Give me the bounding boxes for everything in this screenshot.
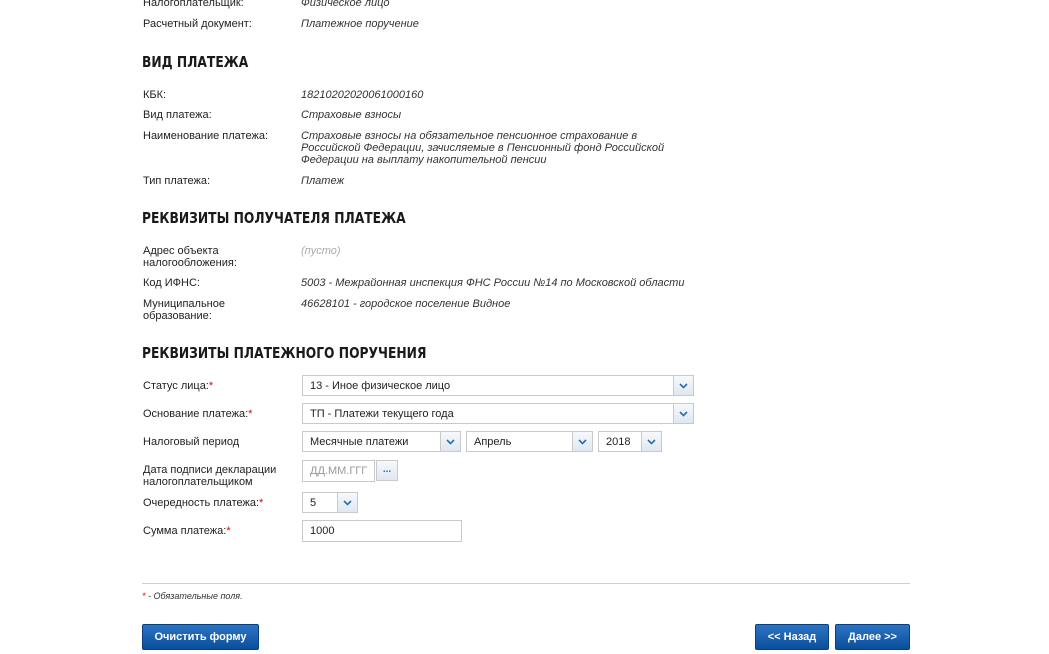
kbk-row: КБК: 18210202020061000160 xyxy=(143,89,681,101)
status-label-row: Статус лица:* xyxy=(143,380,301,392)
priority-select[interactable]: 5 xyxy=(302,492,358,513)
period-label-row: Налоговый период xyxy=(143,436,301,448)
decl-date-input[interactable]: ДД.ММ.ГГГ xyxy=(302,460,375,482)
status-select-value: 13 - Иное физическое лицо xyxy=(310,379,451,392)
amount-input[interactable]: 1000 xyxy=(302,520,462,542)
payment-kind-label: Вид платежа: xyxy=(143,109,212,121)
chevron-down-icon[interactable] xyxy=(572,432,592,451)
basis-select[interactable]: ТП - Платежи текущего года xyxy=(302,403,694,424)
period-month-select[interactable]: Апрель xyxy=(466,431,593,452)
next-button[interactable]: Далее >> xyxy=(835,624,910,650)
calendar-picker-button[interactable]: ... xyxy=(376,460,398,481)
chevron-down-icon[interactable] xyxy=(641,432,661,451)
municipality-value: 46628101 - городское поселение Видное xyxy=(301,298,511,310)
payment-type-value: Платеж xyxy=(301,175,345,187)
ifns-value: 5003 - Межрайонная инспекция ФНС России … xyxy=(301,277,685,289)
period-year-value: 2018 xyxy=(606,435,631,448)
required-mark: * xyxy=(248,408,253,420)
priority-label-row: Очередность платежа:* xyxy=(143,497,301,509)
chevron-down-icon[interactable] xyxy=(673,404,693,423)
period-type-select[interactable]: Месячные платежи xyxy=(302,431,461,452)
payment-kind-value: Страховые взносы xyxy=(301,109,402,121)
period-type-value: Месячные платежи xyxy=(310,435,409,448)
back-button[interactable]: << Назад xyxy=(755,624,829,650)
chevron-down-icon[interactable] xyxy=(337,493,357,512)
address-label: Адрес объекта налогообложения: xyxy=(143,245,237,269)
period-year-select[interactable]: 2018 xyxy=(598,431,662,452)
municipality-row: Муниципальное образование: 46628101 - го… xyxy=(143,298,681,322)
basis-label-row: Основание платежа:* xyxy=(143,408,301,420)
period-month-value: Апрель xyxy=(474,435,512,448)
priority-value: 5 xyxy=(310,496,317,509)
ifns-label: Код ИФНС: xyxy=(143,277,200,289)
payment-name-row: Наименование платежа: Страховые взносы н… xyxy=(143,130,679,166)
amount-label-row: Сумма платежа:* xyxy=(143,525,301,537)
decl-date-label-row: Дата подписи декларации налогоплательщик… xyxy=(143,464,293,488)
municipality-label: Муниципальное образование: xyxy=(143,298,225,322)
required-mark: * xyxy=(208,380,214,392)
section-title-payment-order: РЕКВИЗИТЫ ПЛАТЕЖНОГО ПОРУЧЕНИЯ xyxy=(142,344,427,362)
settlement-doc-row: Расчетный документ: Платежное поручение xyxy=(143,18,681,30)
kbk-value: 18210202020061000160 xyxy=(301,89,424,101)
period-label: Налоговый период xyxy=(143,436,240,448)
required-mark: * xyxy=(226,525,231,537)
amount-label: Сумма платежа:* xyxy=(143,525,231,537)
section-title-payment-type: ВИД ПЛАТЕЖА xyxy=(142,53,249,71)
address-row: Адрес объекта налогообложения: (пусто) xyxy=(143,245,681,269)
required-mark: * xyxy=(259,497,264,509)
required-fields-note: * - Обязательные поля. xyxy=(142,591,243,601)
payment-kind-row: Вид платежа: Страховые взносы xyxy=(143,109,681,121)
basis-label: Основание платежа:* xyxy=(143,408,253,420)
kbk-label: КБК: xyxy=(143,89,167,101)
status-label: Статус лица:* xyxy=(143,380,214,392)
settlement-doc-value: Платежное поручение xyxy=(301,18,419,30)
chevron-down-icon[interactable] xyxy=(673,376,693,395)
payment-type-row: Тип платежа: Платеж xyxy=(143,175,681,187)
payment-type-label: Тип платежа: xyxy=(143,175,211,187)
settlement-doc-label: Расчетный документ: xyxy=(143,18,252,30)
payment-name-label: Наименование платежа: xyxy=(143,130,269,142)
taxpayer-value: Физическое лицо xyxy=(301,0,390,9)
taxpayer-row: Налогоплательщик: Физическое лицо xyxy=(143,0,681,9)
chevron-down-icon[interactable] xyxy=(440,432,460,451)
footer-divider xyxy=(142,583,910,584)
address-value: (пусто) xyxy=(301,245,341,257)
taxpayer-label: Налогоплательщик: xyxy=(143,0,244,9)
clear-form-button[interactable]: Очистить форму xyxy=(142,624,259,650)
basis-select-value: ТП - Платежи текущего года xyxy=(310,407,454,420)
payment-name-value: Страховые взносы на обязательное пенсион… xyxy=(301,130,665,166)
status-select[interactable]: 13 - Иное физическое лицо xyxy=(302,375,694,396)
priority-label: Очередность платежа:* xyxy=(143,497,264,509)
decl-date-label: Дата подписи декларации налогоплательщик… xyxy=(143,464,277,488)
section-title-recipient: РЕКВИЗИТЫ ПОЛУЧАТЕЛЯ ПЛАТЕЖА xyxy=(142,209,406,227)
ifns-row: Код ИФНС: 5003 - Межрайонная инспекция Ф… xyxy=(143,277,721,289)
